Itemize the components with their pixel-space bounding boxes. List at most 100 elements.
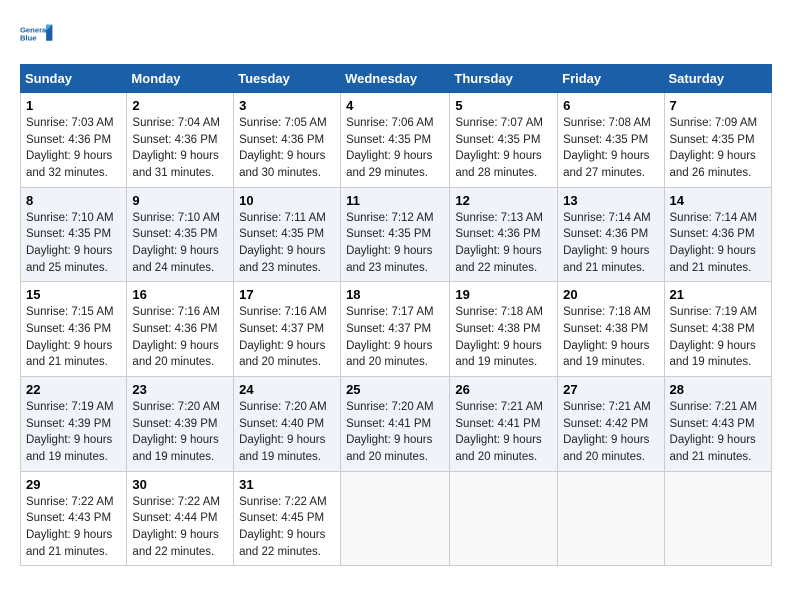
page-header: GeneralBlue bbox=[20, 16, 772, 52]
calendar-week-2: 8 Sunrise: 7:10 AMSunset: 4:35 PMDayligh… bbox=[21, 187, 772, 282]
day-info: Sunrise: 7:15 AMSunset: 4:36 PMDaylight:… bbox=[26, 306, 114, 368]
calendar-cell: 13 Sunrise: 7:14 AMSunset: 4:36 PMDaylig… bbox=[558, 187, 664, 282]
calendar-cell: 19 Sunrise: 7:18 AMSunset: 4:38 PMDaylig… bbox=[450, 282, 558, 377]
day-number: 3 bbox=[239, 98, 335, 113]
day-number: 11 bbox=[346, 193, 444, 208]
day-info: Sunrise: 7:18 AMSunset: 4:38 PMDaylight:… bbox=[455, 306, 543, 368]
calendar-cell: 4 Sunrise: 7:06 AMSunset: 4:35 PMDayligh… bbox=[341, 93, 450, 188]
calendar-cell: 30 Sunrise: 7:22 AMSunset: 4:44 PMDaylig… bbox=[127, 471, 234, 566]
calendar-cell: 3 Sunrise: 7:05 AMSunset: 4:36 PMDayligh… bbox=[234, 93, 341, 188]
dow-header-monday: Monday bbox=[127, 65, 234, 93]
day-number: 6 bbox=[563, 98, 658, 113]
day-number: 14 bbox=[670, 193, 766, 208]
calendar-cell: 26 Sunrise: 7:21 AMSunset: 4:41 PMDaylig… bbox=[450, 377, 558, 472]
calendar-cell: 5 Sunrise: 7:07 AMSunset: 4:35 PMDayligh… bbox=[450, 93, 558, 188]
day-number: 22 bbox=[26, 382, 121, 397]
day-info: Sunrise: 7:14 AMSunset: 4:36 PMDaylight:… bbox=[670, 212, 758, 274]
day-number: 8 bbox=[26, 193, 121, 208]
day-info: Sunrise: 7:20 AMSunset: 4:41 PMDaylight:… bbox=[346, 401, 434, 463]
calendar-cell: 6 Sunrise: 7:08 AMSunset: 4:35 PMDayligh… bbox=[558, 93, 664, 188]
day-info: Sunrise: 7:07 AMSunset: 4:35 PMDaylight:… bbox=[455, 117, 543, 179]
calendar-cell: 14 Sunrise: 7:14 AMSunset: 4:36 PMDaylig… bbox=[664, 187, 771, 282]
calendar-cell: 29 Sunrise: 7:22 AMSunset: 4:43 PMDaylig… bbox=[21, 471, 127, 566]
calendar-cell: 2 Sunrise: 7:04 AMSunset: 4:36 PMDayligh… bbox=[127, 93, 234, 188]
dow-header-wednesday: Wednesday bbox=[341, 65, 450, 93]
day-info: Sunrise: 7:21 AMSunset: 4:41 PMDaylight:… bbox=[455, 401, 543, 463]
calendar-table: SundayMondayTuesdayWednesdayThursdayFrid… bbox=[20, 64, 772, 566]
day-number: 30 bbox=[132, 477, 228, 492]
day-number: 5 bbox=[455, 98, 552, 113]
calendar-cell: 27 Sunrise: 7:21 AMSunset: 4:42 PMDaylig… bbox=[558, 377, 664, 472]
dow-header-friday: Friday bbox=[558, 65, 664, 93]
svg-text:Blue: Blue bbox=[20, 34, 37, 43]
day-number: 17 bbox=[239, 287, 335, 302]
day-info: Sunrise: 7:21 AMSunset: 4:43 PMDaylight:… bbox=[670, 401, 758, 463]
calendar-cell: 23 Sunrise: 7:20 AMSunset: 4:39 PMDaylig… bbox=[127, 377, 234, 472]
day-info: Sunrise: 7:16 AMSunset: 4:36 PMDaylight:… bbox=[132, 306, 220, 368]
calendar-body: 1 Sunrise: 7:03 AMSunset: 4:36 PMDayligh… bbox=[21, 93, 772, 566]
day-info: Sunrise: 7:12 AMSunset: 4:35 PMDaylight:… bbox=[346, 212, 434, 274]
dow-header-sunday: Sunday bbox=[21, 65, 127, 93]
calendar-cell: 28 Sunrise: 7:21 AMSunset: 4:43 PMDaylig… bbox=[664, 377, 771, 472]
day-info: Sunrise: 7:14 AMSunset: 4:36 PMDaylight:… bbox=[563, 212, 651, 274]
day-number: 9 bbox=[132, 193, 228, 208]
day-number: 29 bbox=[26, 477, 121, 492]
day-number: 21 bbox=[670, 287, 766, 302]
day-info: Sunrise: 7:10 AMSunset: 4:35 PMDaylight:… bbox=[26, 212, 114, 274]
logo-icon: GeneralBlue bbox=[20, 16, 56, 52]
calendar-cell: 11 Sunrise: 7:12 AMSunset: 4:35 PMDaylig… bbox=[341, 187, 450, 282]
day-info: Sunrise: 7:19 AMSunset: 4:39 PMDaylight:… bbox=[26, 401, 114, 463]
calendar-cell: 16 Sunrise: 7:16 AMSunset: 4:36 PMDaylig… bbox=[127, 282, 234, 377]
day-number: 28 bbox=[670, 382, 766, 397]
day-number: 18 bbox=[346, 287, 444, 302]
day-info: Sunrise: 7:22 AMSunset: 4:45 PMDaylight:… bbox=[239, 496, 327, 558]
day-info: Sunrise: 7:05 AMSunset: 4:36 PMDaylight:… bbox=[239, 117, 327, 179]
day-info: Sunrise: 7:10 AMSunset: 4:35 PMDaylight:… bbox=[132, 212, 220, 274]
calendar-cell: 17 Sunrise: 7:16 AMSunset: 4:37 PMDaylig… bbox=[234, 282, 341, 377]
day-number: 10 bbox=[239, 193, 335, 208]
day-number: 19 bbox=[455, 287, 552, 302]
day-info: Sunrise: 7:11 AMSunset: 4:35 PMDaylight:… bbox=[239, 212, 326, 274]
day-info: Sunrise: 7:19 AMSunset: 4:38 PMDaylight:… bbox=[670, 306, 758, 368]
calendar-cell: 25 Sunrise: 7:20 AMSunset: 4:41 PMDaylig… bbox=[341, 377, 450, 472]
calendar-week-4: 22 Sunrise: 7:19 AMSunset: 4:39 PMDaylig… bbox=[21, 377, 772, 472]
day-number: 2 bbox=[132, 98, 228, 113]
day-info: Sunrise: 7:22 AMSunset: 4:43 PMDaylight:… bbox=[26, 496, 114, 558]
day-info: Sunrise: 7:16 AMSunset: 4:37 PMDaylight:… bbox=[239, 306, 327, 368]
svg-text:General: General bbox=[20, 26, 48, 35]
calendar-cell: 12 Sunrise: 7:13 AMSunset: 4:36 PMDaylig… bbox=[450, 187, 558, 282]
calendar-cell bbox=[558, 471, 664, 566]
day-info: Sunrise: 7:09 AMSunset: 4:35 PMDaylight:… bbox=[670, 117, 758, 179]
days-of-week-row: SundayMondayTuesdayWednesdayThursdayFrid… bbox=[21, 65, 772, 93]
day-number: 16 bbox=[132, 287, 228, 302]
day-info: Sunrise: 7:13 AMSunset: 4:36 PMDaylight:… bbox=[455, 212, 543, 274]
day-info: Sunrise: 7:18 AMSunset: 4:38 PMDaylight:… bbox=[563, 306, 651, 368]
calendar-cell: 7 Sunrise: 7:09 AMSunset: 4:35 PMDayligh… bbox=[664, 93, 771, 188]
calendar-cell: 21 Sunrise: 7:19 AMSunset: 4:38 PMDaylig… bbox=[664, 282, 771, 377]
calendar-cell bbox=[450, 471, 558, 566]
day-number: 23 bbox=[132, 382, 228, 397]
day-number: 26 bbox=[455, 382, 552, 397]
logo: GeneralBlue bbox=[20, 16, 56, 52]
calendar-cell: 20 Sunrise: 7:18 AMSunset: 4:38 PMDaylig… bbox=[558, 282, 664, 377]
day-number: 7 bbox=[670, 98, 766, 113]
day-info: Sunrise: 7:20 AMSunset: 4:39 PMDaylight:… bbox=[132, 401, 220, 463]
calendar-cell: 9 Sunrise: 7:10 AMSunset: 4:35 PMDayligh… bbox=[127, 187, 234, 282]
day-number: 12 bbox=[455, 193, 552, 208]
day-info: Sunrise: 7:06 AMSunset: 4:35 PMDaylight:… bbox=[346, 117, 434, 179]
day-number: 13 bbox=[563, 193, 658, 208]
day-info: Sunrise: 7:20 AMSunset: 4:40 PMDaylight:… bbox=[239, 401, 327, 463]
day-number: 20 bbox=[563, 287, 658, 302]
day-info: Sunrise: 7:17 AMSunset: 4:37 PMDaylight:… bbox=[346, 306, 434, 368]
day-number: 31 bbox=[239, 477, 335, 492]
day-info: Sunrise: 7:03 AMSunset: 4:36 PMDaylight:… bbox=[26, 117, 114, 179]
calendar-week-1: 1 Sunrise: 7:03 AMSunset: 4:36 PMDayligh… bbox=[21, 93, 772, 188]
calendar-cell bbox=[341, 471, 450, 566]
dow-header-thursday: Thursday bbox=[450, 65, 558, 93]
calendar-cell: 10 Sunrise: 7:11 AMSunset: 4:35 PMDaylig… bbox=[234, 187, 341, 282]
calendar-cell: 22 Sunrise: 7:19 AMSunset: 4:39 PMDaylig… bbox=[21, 377, 127, 472]
day-info: Sunrise: 7:04 AMSunset: 4:36 PMDaylight:… bbox=[132, 117, 220, 179]
day-number: 4 bbox=[346, 98, 444, 113]
day-number: 1 bbox=[26, 98, 121, 113]
dow-header-saturday: Saturday bbox=[664, 65, 771, 93]
